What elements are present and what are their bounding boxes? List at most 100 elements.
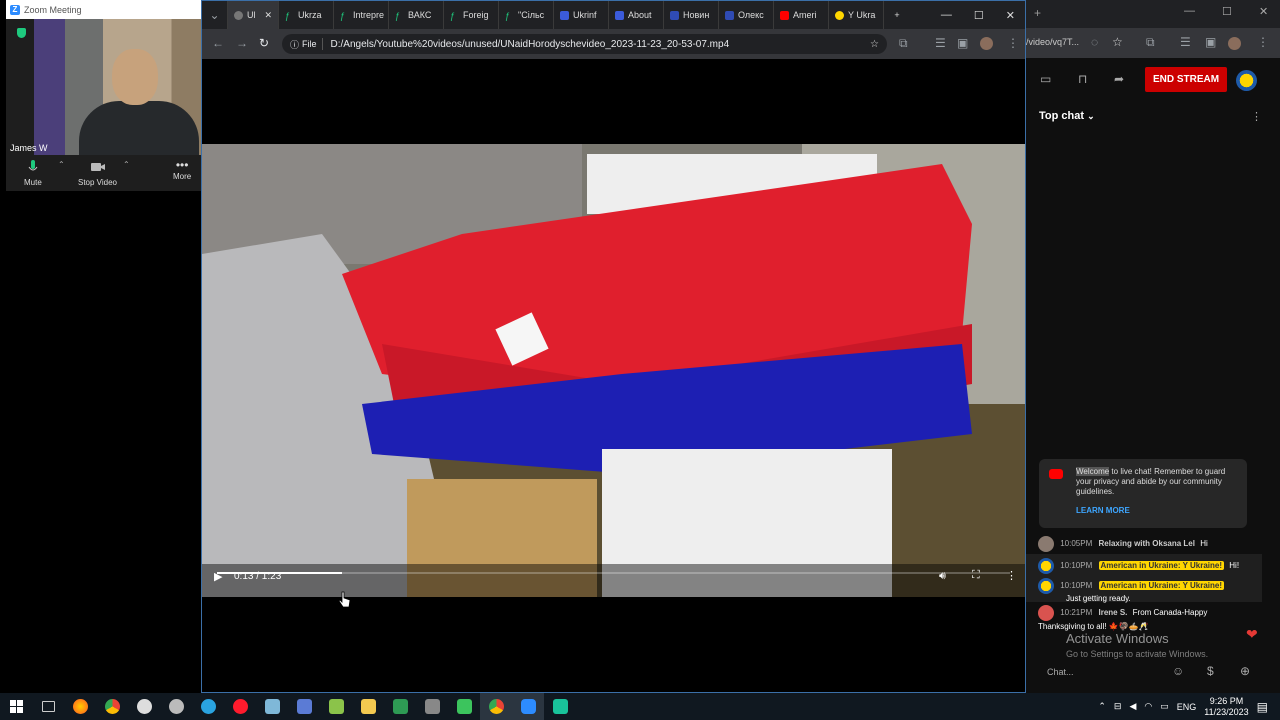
profile-avatar[interactable]	[980, 37, 993, 50]
new-tab-button[interactable]: +	[884, 1, 910, 29]
reload-icon[interactable]: ↻	[259, 36, 269, 50]
explorer-taskbar-icon[interactable]	[352, 693, 384, 720]
video-frame[interactable]: ▶ 0:13 / 1:23 🔊︎ ⛶ ⋮	[202, 144, 1025, 597]
lb-icon	[670, 10, 679, 20]
menu-dots-icon[interactable]: ⋮	[1007, 36, 1019, 50]
tab[interactable]: Ukrinf	[554, 1, 609, 29]
chat-message[interactable]: 10:21PM Irene S. From Canada-Happy Thank…	[1038, 605, 1238, 633]
tab[interactable]: Ameri	[774, 1, 829, 29]
chrome-active-taskbar-icon[interactable]	[480, 693, 512, 720]
more-dots-icon: •••	[175, 158, 189, 172]
close-icon[interactable]: ✕	[1259, 5, 1268, 18]
address-url: D:/Angels/Youtube%20videos/unused/UNaidH…	[330, 38, 730, 50]
share-icon[interactable]: ➦	[1114, 72, 1124, 86]
video-progress-track[interactable]	[217, 572, 1010, 574]
chrome-taskbar-icon[interactable]	[96, 693, 128, 720]
app-taskbar-icon[interactable]	[544, 693, 576, 720]
lock-taskbar-icon[interactable]	[448, 693, 480, 720]
profile-avatar[interactable]	[1228, 37, 1241, 50]
play-icon[interactable]: ▶	[214, 570, 222, 583]
tab[interactable]: ƒ Ukrza	[279, 1, 334, 29]
extensions-icon[interactable]: ⧉	[1146, 35, 1155, 50]
volume-icon[interactable]: ◀	[1129, 701, 1136, 712]
wifi-icon[interactable]: ◠	[1144, 701, 1152, 712]
chat-input[interactable]: Chat...	[1047, 667, 1074, 677]
tab-search-button[interactable]: ⌄	[202, 1, 228, 29]
chrome-icon	[488, 699, 504, 714]
end-stream-button[interactable]: END STREAM	[1145, 67, 1227, 92]
mute-button[interactable]: Mute	[24, 160, 42, 187]
menu-dots-icon[interactable]: ⋮	[1257, 35, 1269, 49]
bookmark-star-icon[interactable]: ☆	[1112, 35, 1123, 49]
language-indicator[interactable]: ENG	[1177, 702, 1197, 712]
extensions-icon[interactable]: ⧉	[899, 36, 908, 51]
network-icon[interactable]: ⊟	[1114, 701, 1122, 712]
volume-icon[interactable]: 🔊︎	[939, 570, 946, 583]
address-fragment[interactable]: /video/vq7T...	[1026, 37, 1079, 47]
chat-message[interactable]: 10:10PM American in Ukraine: Y Ukraine! …	[1038, 578, 1263, 603]
audio-options-chevron-icon[interactable]: ⌃	[58, 160, 65, 169]
chat-menu-icon[interactable]: ⋮	[1251, 110, 1262, 123]
video-options-chevron-icon[interactable]: ⌃	[123, 160, 130, 169]
zoom-taskbar-icon[interactable]	[512, 693, 544, 720]
sidepanel-icon[interactable]: ▣	[957, 36, 968, 50]
tab[interactable]: Олекс	[719, 1, 774, 29]
zoom-title-bar[interactable]: Z Zoom Meeting	[6, 0, 201, 19]
add-icon[interactable]: ⊕	[1240, 664, 1250, 678]
tab-active[interactable]: Ul ✕	[228, 1, 279, 29]
fullscreen-icon[interactable]: ⛶	[972, 569, 980, 582]
tab[interactable]: ƒ "Сільс	[499, 1, 554, 29]
tab[interactable]: Новин	[664, 1, 719, 29]
dashboard-icon[interactable]: ▭	[1040, 72, 1051, 86]
start-button[interactable]	[0, 693, 32, 720]
tab[interactable]: Y Ukra	[829, 1, 884, 29]
firefox-taskbar-icon[interactable]	[64, 693, 96, 720]
notifications-icon[interactable]: ▤	[1257, 700, 1268, 714]
chat-message[interactable]: 10:05PM Relaxing with Oksana Lel Hi	[1038, 536, 1263, 552]
sidepanel-icon[interactable]: ▣	[1205, 35, 1216, 49]
app-taskbar-icon[interactable]	[256, 693, 288, 720]
super-chat-icon[interactable]: $	[1207, 664, 1214, 678]
tab-close-icon[interactable]: ✕	[264, 10, 272, 21]
back-icon[interactable]: ←	[212, 36, 224, 50]
battery-icon[interactable]: ▭	[1160, 701, 1169, 712]
app-taskbar-icon[interactable]	[128, 693, 160, 720]
show-hidden-icons-chevron-icon[interactable]: ⌃	[1098, 701, 1106, 712]
app-taskbar-icon[interactable]	[288, 693, 320, 720]
tab[interactable]: ƒ ВАКС	[389, 1, 444, 29]
media-icon[interactable]: ☰	[935, 36, 946, 50]
clock[interactable]: 9:26 PM 11/23/2023	[1204, 696, 1248, 718]
new-tab-plus-icon[interactable]: +	[1034, 6, 1041, 20]
excel-taskbar-icon[interactable]	[384, 693, 416, 720]
close-icon[interactable]: ✕	[1006, 9, 1015, 22]
bookmark-icon[interactable]: ⊓	[1078, 72, 1087, 86]
maximize-icon[interactable]: ☐	[974, 9, 984, 22]
bookmark-star-icon[interactable]: ☆	[870, 39, 879, 50]
app-taskbar-icon[interactable]	[160, 693, 192, 720]
heart-reaction-icon[interactable]: ❤	[1246, 626, 1258, 643]
calculator-taskbar-icon[interactable]	[416, 693, 448, 720]
telegram-taskbar-icon[interactable]	[192, 693, 224, 720]
tab[interactable]: About	[609, 1, 664, 29]
learn-more-link[interactable]: LEARN MORE	[1076, 506, 1130, 515]
minimize-icon[interactable]: —	[941, 9, 952, 22]
chat-mode-selector[interactable]: Top chat ⌄	[1039, 110, 1095, 122]
media-icon[interactable]: ☰	[1180, 35, 1191, 49]
hidden-eye-icon[interactable]: ◌	[1091, 35, 1098, 49]
channel-avatar[interactable]	[1236, 70, 1257, 91]
maximize-icon[interactable]: ☐	[1222, 5, 1232, 18]
opera-taskbar-icon[interactable]	[224, 693, 256, 720]
video-menu-icon[interactable]: ⋮	[1006, 569, 1017, 582]
message-author: American in Ukraine: Y Ukraine!	[1098, 561, 1225, 571]
emoji-icon[interactable]: ☺	[1172, 664, 1184, 678]
address-bar[interactable]: ⓘ File D:/Angels/Youtube%20videos/unused…	[282, 34, 887, 54]
tab[interactable]: ƒ Foreig	[444, 1, 499, 29]
task-view-button[interactable]	[32, 693, 64, 720]
notepad-taskbar-icon[interactable]	[320, 693, 352, 720]
chat-message[interactable]: 10:10PM American in Ukraine: Y Ukraine! …	[1038, 558, 1263, 574]
more-button[interactable]: ••• More	[173, 158, 191, 181]
minimize-icon[interactable]: —	[1184, 5, 1195, 17]
tab[interactable]: ƒ Intrepre	[334, 1, 389, 29]
forward-icon[interactable]: →	[236, 36, 248, 50]
stop-video-button[interactable]: Stop Video	[78, 160, 117, 187]
